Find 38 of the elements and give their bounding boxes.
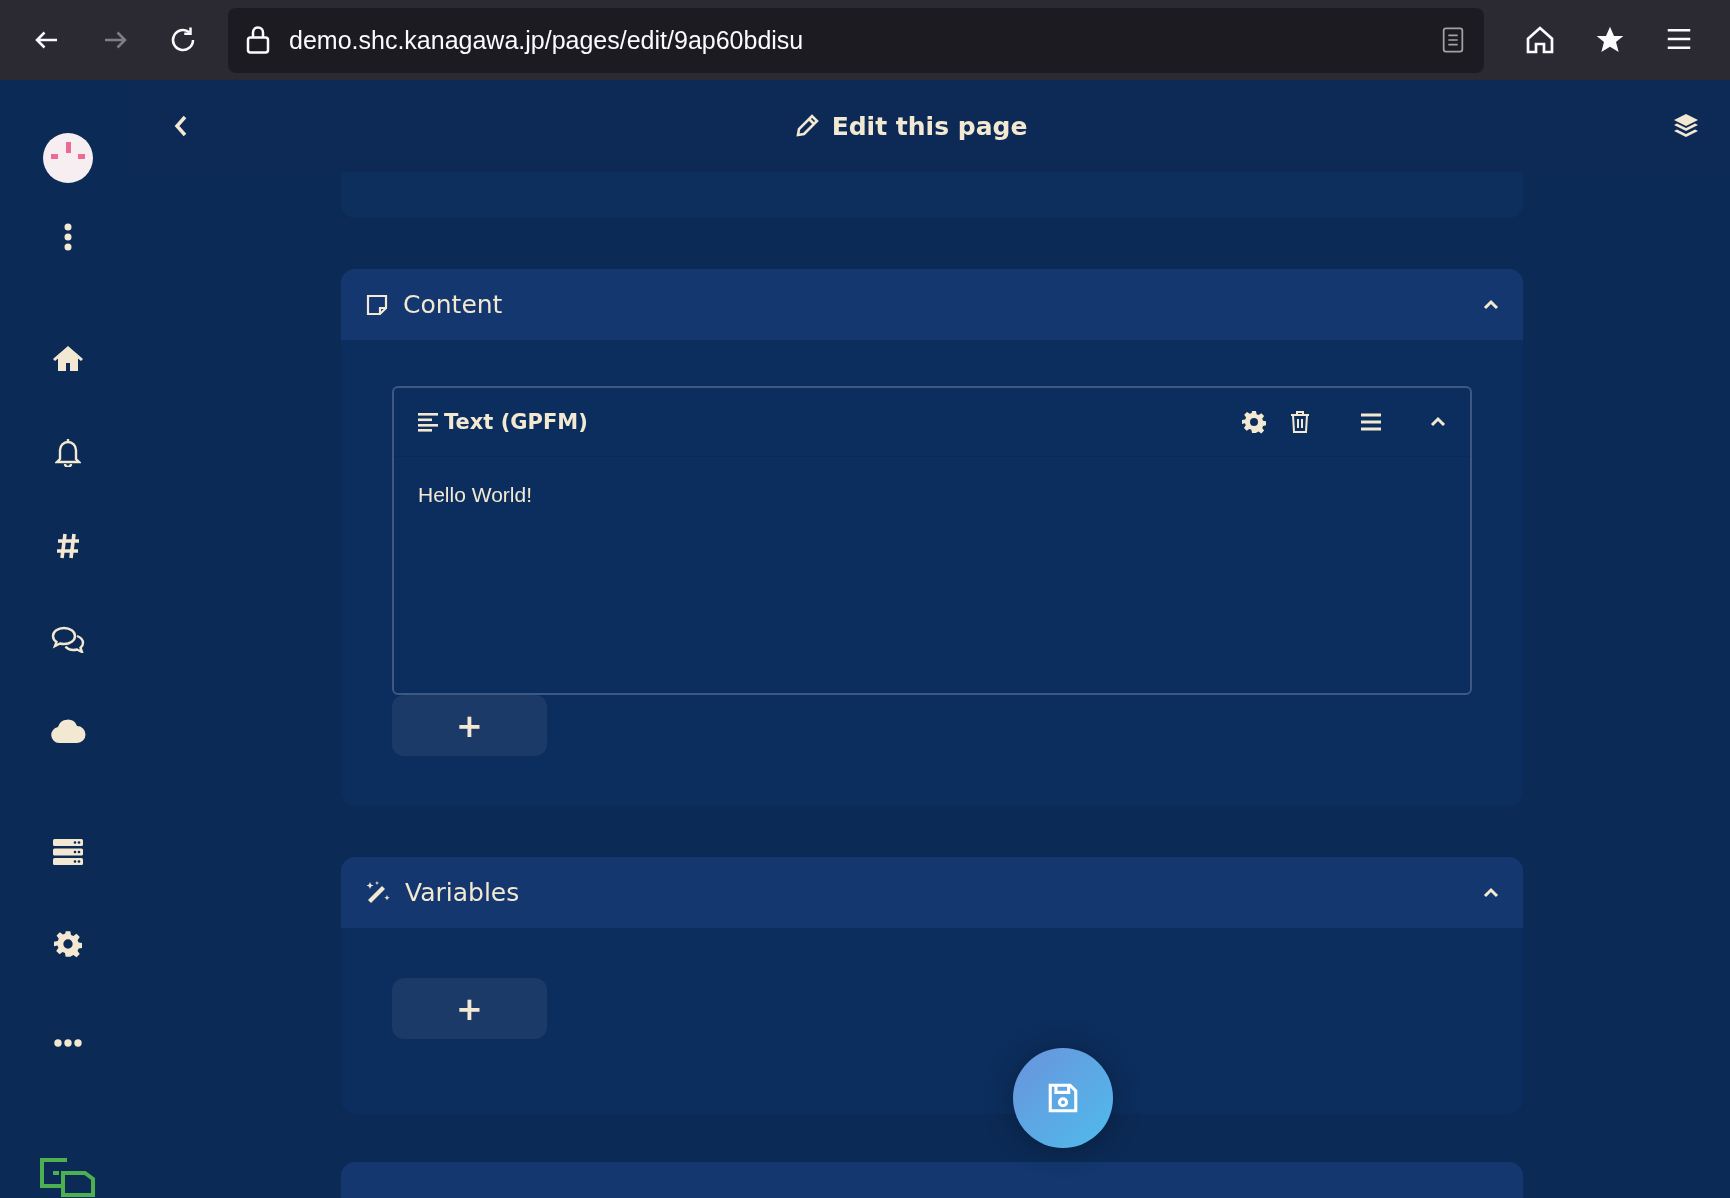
drag-handle-icon[interactable] <box>1360 413 1382 431</box>
server-icon[interactable] <box>52 839 83 865</box>
block-title: Text (GPFM) <box>444 410 589 434</box>
back-chevron-icon[interactable] <box>173 114 189 138</box>
lock-icon <box>245 25 271 55</box>
home-button[interactable] <box>1524 24 1556 56</box>
collapse-chevron-icon[interactable] <box>1430 416 1446 428</box>
avatar[interactable] <box>42 133 93 183</box>
bell-icon[interactable] <box>54 437 81 467</box>
url-text: demo.shc.kanagawa.jp/pages/edit/9ap60bdisu <box>289 25 805 55</box>
hashtag-icon[interactable] <box>54 532 81 560</box>
section-header[interactable]: Variables <box>341 857 1523 928</box>
align-left-icon <box>418 412 440 432</box>
section-title: Variables <box>405 878 521 907</box>
logo-icon[interactable] <box>38 1157 97 1197</box>
add-button[interactable]: + <box>392 695 547 756</box>
settings-icon[interactable] <box>53 930 82 958</box>
collapse-chevron-icon[interactable] <box>1483 298 1499 311</box>
cloud-icon[interactable] <box>49 718 86 744</box>
trash-icon[interactable] <box>1290 410 1310 434</box>
save-icon <box>1046 1081 1080 1115</box>
collapse-chevron-icon[interactable] <box>1483 886 1499 899</box>
reader-view-icon[interactable] <box>1440 26 1466 54</box>
block-text: Hello World! <box>417 482 533 508</box>
chat-icon[interactable] <box>50 625 85 653</box>
address-bar[interactable]: demo.shc.kanagawa.jp/pages/edit/9ap60bdisu <box>228 7 1484 73</box>
magic-wand-icon <box>365 879 391 906</box>
section-header[interactable]: Content <box>341 269 1523 340</box>
add-button[interactable]: + <box>392 978 547 1039</box>
kebab-icon[interactable] <box>63 223 72 251</box>
layers-icon[interactable] <box>1672 112 1700 140</box>
home-icon[interactable] <box>51 344 84 372</box>
pencil-icon <box>793 113 820 139</box>
settings-icon[interactable] <box>1242 410 1266 434</box>
section-title: Content <box>403 290 504 319</box>
more-icon[interactable] <box>53 1039 82 1047</box>
page-title: Edit this page <box>831 111 1028 141</box>
note-icon <box>365 292 389 317</box>
